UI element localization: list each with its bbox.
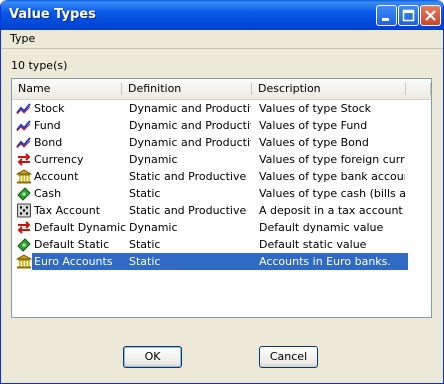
menu-type[interactable]: Type [7, 32, 38, 45]
item-definition: Dynamic and Productive [129, 119, 251, 132]
ok-button[interactable]: OK [123, 346, 182, 368]
stock-chart-icon [16, 101, 32, 116]
minimize-icon [382, 18, 389, 21]
cash-banknote-icon [16, 186, 32, 201]
list-item[interactable]: Fund Dynamic and Productive Values of type… [12, 117, 431, 134]
maximize-button[interactable] [398, 5, 419, 26]
list-item[interactable]: Cash Static Values of type cash (bills an.… [12, 185, 431, 202]
list-item[interactable]: Default Dynamic Dynamic Default dynamic va… [12, 219, 431, 236]
item-definition: Dynamic [129, 153, 178, 166]
item-description: Values of type Fund [259, 119, 368, 132]
title-bar[interactable]: Value Types [1, 0, 443, 30]
bank-icon [15, 169, 33, 184]
item-name: Default Static [34, 238, 110, 251]
item-description: Default static value [259, 238, 367, 251]
item-description: Values of type Bond [259, 136, 369, 149]
list-item[interactable]: Tax Account Static and Productive A deposi… [12, 202, 431, 219]
item-name: Default Dynamic [34, 221, 127, 234]
dynamic-arrows-icon [16, 220, 32, 235]
item-name: Stock [34, 102, 65, 115]
maximize-icon [402, 9, 415, 22]
item-description: A deposit in a tax account e... [259, 204, 405, 217]
list-item[interactable]: Default Static Static Default static value [12, 236, 431, 253]
menu-divider [1, 48, 443, 49]
minimize-button[interactable] [376, 5, 397, 26]
item-description: Values of type foreign curre... [259, 153, 405, 166]
tax-dice-icon [16, 203, 32, 218]
close-button[interactable] [420, 5, 441, 26]
item-description: Values of type Stock [259, 102, 372, 115]
item-definition: Static and Productive [129, 170, 247, 183]
window-title: Value Types [9, 7, 96, 22]
item-definition: Static [129, 187, 161, 200]
bank-icon [15, 254, 33, 269]
type-count-label: 10 type(s) [11, 59, 68, 72]
item-definition: Dynamic [129, 221, 178, 234]
value-types-list[interactable]: Name Definition Description Stock Dynamic… [11, 78, 432, 318]
item-name: Bond [34, 136, 63, 149]
value-types-window: Value Types Type 10 type(s) Name Definit… [0, 0, 444, 384]
list-header: Name Definition Description [12, 79, 431, 100]
menu-bar: Type [1, 30, 443, 48]
item-name: Tax Account [34, 204, 101, 217]
item-definition: Dynamic and Productive [129, 102, 251, 115]
cancel-button[interactable]: Cancel [259, 346, 318, 368]
list-item[interactable]: Bond Dynamic and Productive Values of type… [12, 134, 431, 151]
list-rows: Stock Dynamic and Productive Values of typ… [12, 100, 431, 270]
column-header-description[interactable]: Description [252, 79, 406, 99]
static-banknote-icon [16, 237, 32, 252]
item-description: Values of type bank accounts [259, 170, 405, 183]
fund-chart-icon [16, 118, 32, 133]
item-name: Account [34, 170, 79, 183]
list-item[interactable]: Stock Dynamic and Productive Values of typ… [12, 100, 431, 117]
list-item[interactable]: Account Static and Productive Values of ty… [12, 168, 431, 185]
item-name: Euro Accounts [34, 255, 113, 268]
column-header-name[interactable]: Name [12, 79, 122, 99]
column-header-filler [406, 79, 431, 99]
item-definition: Dynamic and Productive [129, 136, 251, 149]
item-name: Fund [34, 119, 61, 132]
item-definition: Static [129, 238, 161, 251]
item-description: Values of type cash (bills an... [259, 187, 405, 200]
list-item[interactable]: Currency Dynamic Values of type foreign cu… [12, 151, 431, 168]
list-item[interactable]: Euro Accounts Static Accounts in Euro bank… [12, 253, 431, 270]
item-description: Default dynamic value [259, 221, 384, 234]
item-definition: Static [129, 255, 161, 268]
column-header-definition[interactable]: Definition [122, 79, 252, 99]
bond-chart-icon [16, 135, 32, 150]
item-definition: Static and Productive [129, 204, 247, 217]
item-name: Currency [34, 153, 84, 166]
close-icon [425, 10, 436, 21]
item-name: Cash [34, 187, 62, 200]
currency-exchange-icon [16, 152, 32, 167]
item-description: Accounts in Euro banks. [259, 255, 391, 268]
